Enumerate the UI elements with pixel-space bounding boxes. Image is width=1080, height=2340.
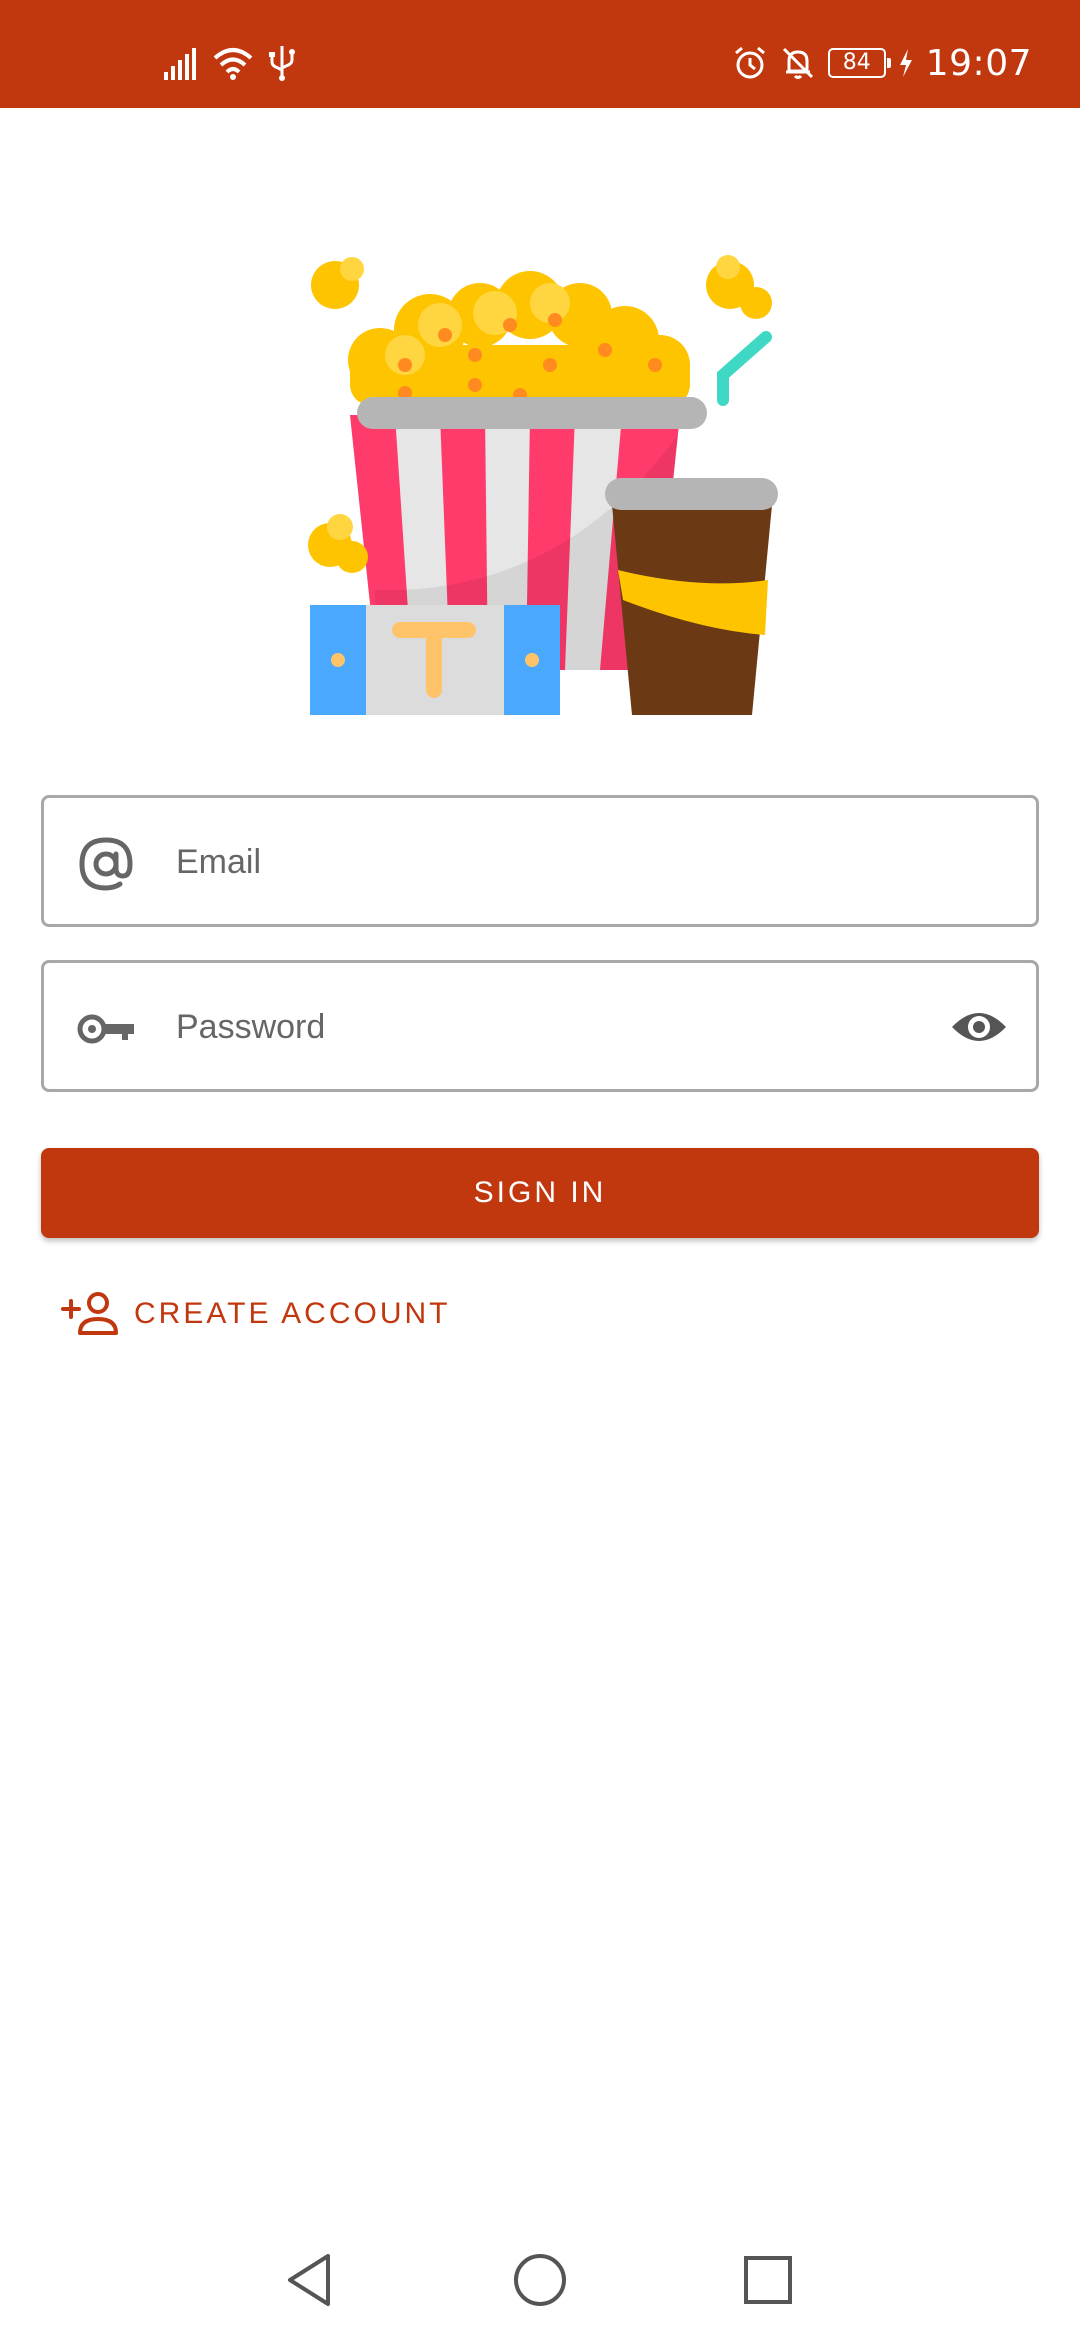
popcorn-icon: [348, 271, 690, 405]
navigation-bar: [0, 2220, 1080, 2340]
status-bar: 84 19:07: [0, 0, 1080, 108]
sign-in-button[interactable]: SIGN IN: [41, 1148, 1039, 1238]
password-field[interactable]: [41, 960, 1039, 1092]
recents-icon[interactable]: [738, 2250, 798, 2310]
cinema-illustration: [308, 255, 778, 715]
signal-icon: [164, 48, 196, 80]
status-left-icons: [162, 38, 296, 88]
home-icon[interactable]: [510, 2250, 570, 2310]
charging-icon: [899, 49, 912, 77]
alarm-icon: [734, 46, 765, 79]
email-field[interactable]: [41, 795, 1039, 927]
email-input[interactable]: [174, 798, 978, 926]
usb-icon: [269, 46, 295, 81]
eye-icon[interactable]: [950, 1001, 1008, 1053]
wifi-icon: [213, 48, 253, 80]
bell-off-icon: [782, 47, 813, 79]
create-account-button[interactable]: CREATE ACCOUNT: [60, 1284, 450, 1344]
ticket-icon: [310, 605, 560, 715]
status-right-icons: 84 19:07: [732, 38, 1032, 88]
key-icon: [77, 1014, 134, 1044]
back-icon[interactable]: [280, 2250, 340, 2310]
password-input[interactable]: [174, 963, 978, 1091]
create-account-label: CREATE ACCOUNT: [134, 1297, 451, 1330]
at-sign-icon: [79, 837, 133, 891]
battery-icon: 84: [827, 48, 891, 78]
clock-time: 19:07: [925, 42, 1032, 84]
add-person-icon: [61, 1292, 118, 1335]
